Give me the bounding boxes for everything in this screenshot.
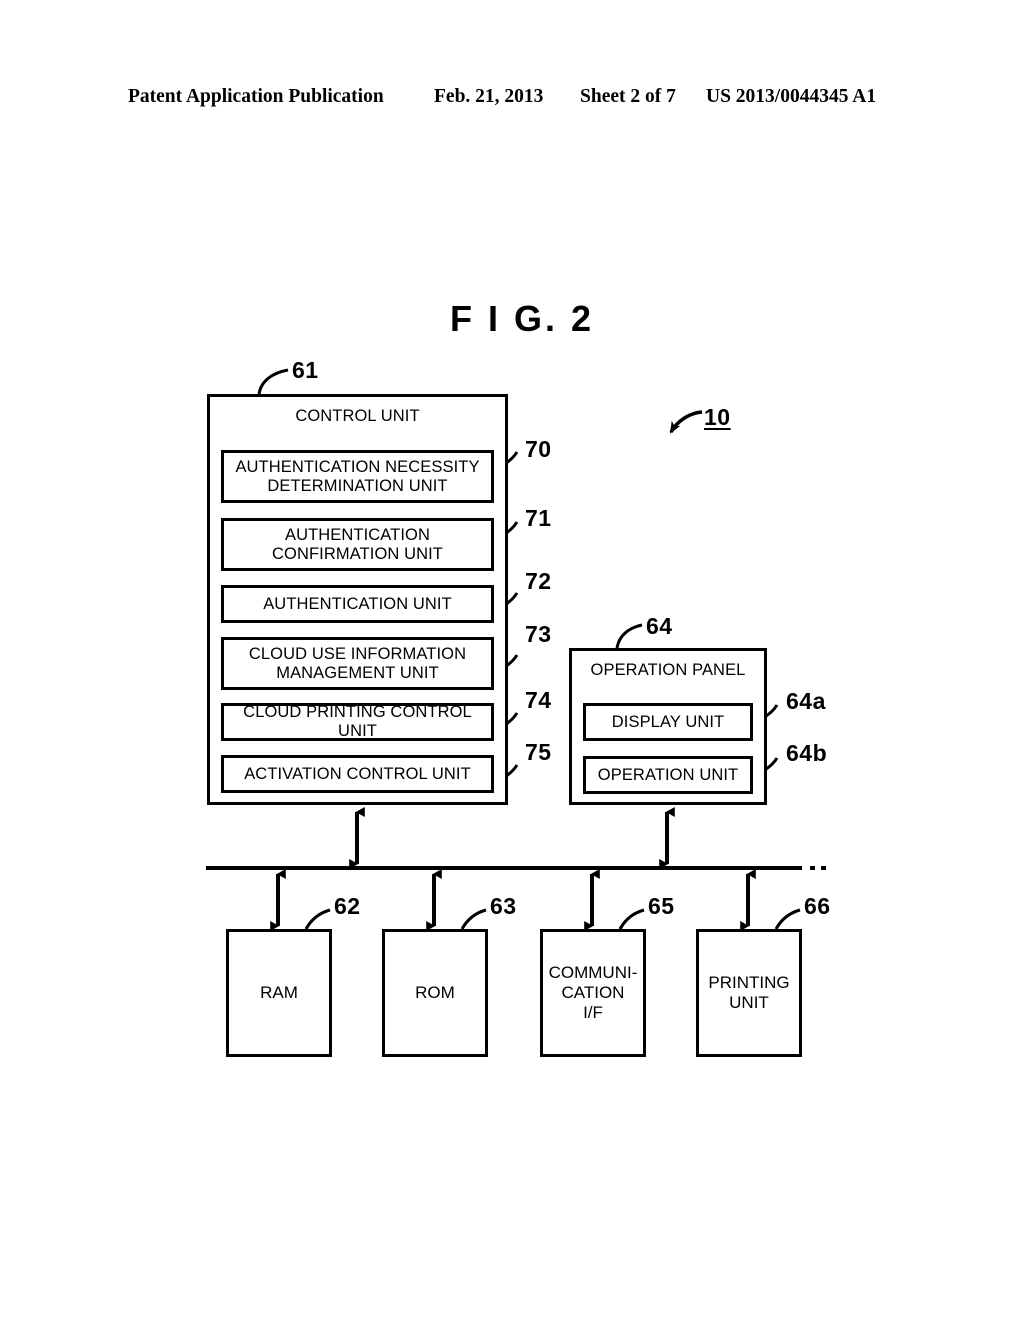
module-label: ACTIVATION CONTROL UNIT <box>244 764 471 783</box>
leader-63 <box>460 908 487 930</box>
figure-title: F I G. 2 <box>450 298 595 339</box>
ref-64: 64 <box>646 613 673 639</box>
module-cloud-printing-control-unit[interactable]: CLOUD PRINTING CONTROL UNIT <box>221 703 494 741</box>
publication-date: Feb. 21, 2013 <box>434 86 544 107</box>
peripheral-label: RAM <box>260 983 298 1002</box>
peripheral-label: ROM <box>415 983 455 1002</box>
leader-65 <box>618 908 645 930</box>
peripheral-label: PRINTING UNIT <box>708 973 790 1012</box>
sheet-number: Sheet 2 of 7 <box>580 86 676 107</box>
module-label: CLOUD USE INFORMATION MANAGEMENT UNIT <box>248 644 467 682</box>
leader-64 <box>615 623 643 649</box>
peripheral-printing-unit[interactable]: PRINTING UNIT <box>696 929 802 1057</box>
module-authentication-necessity-determination-unit[interactable]: AUTHENTICATION NECESSITY DETERMINATION U… <box>221 450 494 503</box>
ref-63: 63 <box>490 893 517 919</box>
ref-71: 71 <box>525 505 552 531</box>
ref-61: 61 <box>292 357 319 383</box>
ref-74: 74 <box>525 687 552 713</box>
module-label: CLOUD PRINTING CONTROL UNIT <box>243 703 472 740</box>
ref-10: 10 <box>704 404 731 430</box>
module-activation-control-unit[interactable]: ACTIVATION CONTROL UNIT <box>221 755 494 793</box>
leader-66 <box>774 908 801 930</box>
ref-64a: 64a <box>786 688 826 714</box>
ref-70: 70 <box>525 436 552 462</box>
publication-label: Patent Application Publication <box>128 86 384 107</box>
page-header: Patent Application Publication Feb. 21, … <box>0 86 1024 114</box>
module-authentication-unit[interactable]: AUTHENTICATION UNIT <box>221 585 494 623</box>
module-label: AUTHENTICATION NECESSITY DETERMINATION U… <box>235 457 480 495</box>
module-cloud-use-information-management-unit[interactable]: CLOUD USE INFORMATION MANAGEMENT UNIT <box>221 637 494 690</box>
ref-72: 72 <box>525 568 552 594</box>
module-label: OPERATION UNIT <box>597 765 739 784</box>
leader-10 <box>669 410 703 434</box>
control-unit-title: CONTROL UNIT <box>295 407 420 425</box>
peripheral-label: COMMUNI- CATION I/F <box>548 963 638 1022</box>
leader-61 <box>257 368 289 395</box>
leader-62 <box>304 908 331 930</box>
ref-75: 75 <box>525 739 552 765</box>
diagram-connectors <box>206 368 832 931</box>
operation-panel-title: OPERATION PANEL <box>590 661 746 679</box>
module-authentication-confirmation-unit[interactable]: AUTHENTICATION CONFIRMATION UNIT <box>221 518 494 571</box>
module-label: AUTHENTICATION UNIT <box>263 594 452 613</box>
peripheral-rom[interactable]: ROM <box>382 929 488 1057</box>
module-display-unit[interactable]: DISPLAY UNIT <box>583 703 753 741</box>
ref-64b: 64b <box>786 740 828 766</box>
module-operation-unit[interactable]: OPERATION UNIT <box>583 756 753 794</box>
module-label: AUTHENTICATION CONFIRMATION UNIT <box>272 525 443 563</box>
patent-number: US 2013/0044345 A1 <box>706 86 877 107</box>
peripheral-ram[interactable]: RAM <box>226 929 332 1057</box>
ref-62: 62 <box>334 893 361 919</box>
ref-73: 73 <box>525 621 552 647</box>
ref-65: 65 <box>648 893 675 919</box>
module-label: DISPLAY UNIT <box>611 712 725 731</box>
peripheral-communication-if[interactable]: COMMUNI- CATION I/F <box>540 929 646 1057</box>
ref-66: 66 <box>804 893 831 919</box>
